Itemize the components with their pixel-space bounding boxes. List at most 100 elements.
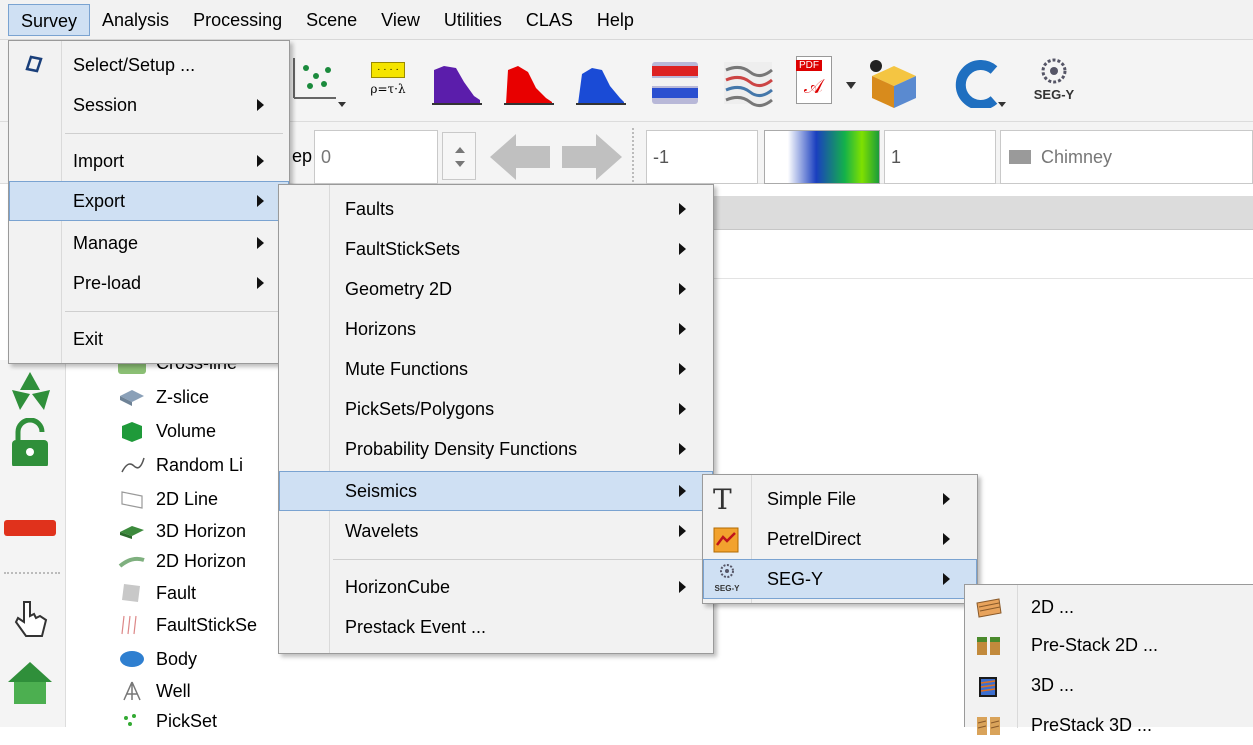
velocity-icon[interactable]: · · · · ρ=τ·λ <box>364 62 412 108</box>
prestack-3d-icon <box>977 717 1000 735</box>
tree-item-faultsticksets[interactable]: FaultStickSe <box>118 610 257 640</box>
menu-item-label: Prestack Event ... <box>345 616 487 637</box>
menu-item-label: Faults <box>345 198 395 219</box>
submenu-arrow-icon <box>679 283 686 295</box>
menu-item-segy-3d[interactable]: 3D ... <box>965 665 1253 705</box>
tree-item-random-line[interactable]: Random Li <box>118 450 243 480</box>
color-range-min[interactable]: -1 <box>646 130 758 184</box>
menu-item-label: PreStack 3D ... <box>1031 714 1153 735</box>
menu-item-prestack-event[interactable]: Prestack Event ... <box>279 607 713 647</box>
menu-item-mute-functions[interactable]: Mute Functions <box>279 349 713 389</box>
menu-item-horizons[interactable]: Horizons <box>279 309 713 349</box>
menu-item-select-setup[interactable]: Select/Setup ... <box>9 45 289 85</box>
menu-item-label: Simple File <box>767 488 857 509</box>
tree-item-3d-horizon[interactable]: 3D Horizon <box>118 516 246 546</box>
menu-item-label: Probability Density Functions <box>345 438 578 459</box>
menu-item-simple-file[interactable]: T Simple File <box>703 479 977 519</box>
step-input[interactable]: 0 <box>314 130 438 184</box>
menu-item-seismics[interactable]: Seismics <box>279 471 713 511</box>
pdf-dropdown-chevron-icon[interactable] <box>846 82 856 90</box>
previous-arrow-icon[interactable] <box>488 130 554 184</box>
tree-item-zslice[interactable]: Z-slice <box>118 382 209 412</box>
tree-item-volume[interactable]: Volume <box>118 416 216 446</box>
menu-item-manage[interactable]: Manage <box>9 223 289 263</box>
faultstickset-icon <box>121 615 137 635</box>
tree-item-body[interactable]: Body <box>118 644 197 674</box>
submenu-arrow-icon <box>679 243 686 255</box>
menu-scene[interactable]: Scene <box>294 4 369 36</box>
menu-item-label: 2D ... <box>1031 596 1075 617</box>
range-max-value: 1 <box>891 146 902 167</box>
tree-item-fault[interactable]: Fault <box>118 578 196 608</box>
menu-item-segy-2d[interactable]: 2D ... <box>965 587 1253 627</box>
crossplot-icon[interactable] <box>288 54 346 108</box>
submenu-arrow-icon <box>679 443 686 455</box>
rotate-view-icon[interactable] <box>4 364 58 412</box>
menu-item-wavelets[interactable]: Wavelets <box>279 511 713 551</box>
menu-item-export[interactable]: Export <box>9 181 289 221</box>
submenu-arrow-icon <box>257 237 264 249</box>
menu-analysis[interactable]: Analysis <box>90 4 181 36</box>
record-bar-icon[interactable] <box>4 520 56 536</box>
menu-item-petreldirect[interactable]: PetrelDirect <box>703 519 977 559</box>
menu-item-faultsticksets[interactable]: FaultStickSets <box>279 229 713 269</box>
next-arrow-icon[interactable] <box>558 130 624 184</box>
color-bar[interactable] <box>764 130 880 184</box>
spectrum-blue-icon[interactable] <box>574 60 628 108</box>
tree-label: 3D Horizon <box>156 520 247 541</box>
step-spinner[interactable] <box>442 132 476 180</box>
menu-item-geometry-2d[interactable]: Geometry 2D <box>279 269 713 309</box>
home-view-icon[interactable] <box>4 656 58 704</box>
spectrum-red-icon[interactable] <box>502 60 556 108</box>
3d-scene-icon[interactable] <box>864 56 920 110</box>
menu-bar: Survey Analysis Processing Scene View Ut… <box>0 0 1253 40</box>
step-label: ep <box>292 146 313 166</box>
menu-item-label: Session <box>73 94 138 115</box>
survey-menu: Select/Setup ... Session Import Export M… <box>8 40 290 364</box>
spectrum-purple-icon[interactable] <box>430 60 484 108</box>
pointer-hand-icon[interactable] <box>4 592 58 640</box>
tree-item-pickset[interactable]: PickSet <box>118 706 217 736</box>
tree-item-2d-line[interactable]: 2D Line <box>118 484 218 514</box>
menu-separator <box>65 311 283 312</box>
menu-item-horizoncube[interactable]: HorizonCube <box>279 567 713 607</box>
menu-survey[interactable]: Survey <box>8 3 91 36</box>
menu-processing[interactable]: Processing <box>181 4 294 36</box>
menu-utilities[interactable]: Utilities <box>432 4 514 36</box>
menu-item-preload[interactable]: Pre-load <box>9 263 289 303</box>
menu-item-label: SEG-Y <box>767 568 824 589</box>
menu-help[interactable]: Help <box>585 4 646 36</box>
menu-item-session[interactable]: Session <box>9 85 289 125</box>
3d-seismic-icon <box>979 677 997 697</box>
velocity-formula: ρ=τ·λ <box>370 82 406 96</box>
menu-item-label: Exit <box>73 328 104 349</box>
segy-toolbar-icon[interactable]: SEG-Y <box>1024 58 1084 108</box>
menu-view[interactable]: View <box>369 4 432 36</box>
wiggle-display-icon[interactable] <box>720 58 776 108</box>
color-range-max[interactable]: 1 <box>884 130 996 184</box>
pdf-export-icon[interactable]: PDF 𝒜 <box>792 56 842 110</box>
menu-item-import[interactable]: Import <box>9 141 289 181</box>
menu-item-segy-prestack-3d[interactable]: PreStack 3D ... <box>965 705 1253 745</box>
submenu-arrow-icon <box>679 525 686 537</box>
menu-item-probability-density-functions[interactable]: Probability Density Functions <box>279 429 713 469</box>
menu-item-label: Import <box>73 150 125 171</box>
menu-item-exit[interactable]: Exit <box>9 319 289 359</box>
tree-item-well[interactable]: Well <box>118 676 191 706</box>
body-icon <box>120 651 144 667</box>
plugin-c-icon[interactable] <box>950 60 1006 108</box>
lock-icon[interactable] <box>4 418 58 466</box>
attribute-color-swatch-icon <box>1009 150 1031 164</box>
seismic-section-icon[interactable] <box>648 58 702 108</box>
menu-item-segy[interactable]: SEG-Y SEG-Y <box>703 559 977 599</box>
menu-item-label: Export <box>73 190 126 211</box>
toolbar-separator <box>632 128 636 182</box>
menu-item-label: PickSets/Polygons <box>345 398 495 419</box>
segy-toolbar-label: SEG-Y <box>1033 87 1075 102</box>
menu-clas[interactable]: CLAS <box>514 4 585 36</box>
tree-item-2d-horizon[interactable]: 2D Horizon <box>118 546 246 576</box>
attribute-selector[interactable]: Chimney <box>1000 130 1253 184</box>
menu-item-segy-prestack-2d[interactable]: Pre-Stack 2D ... <box>965 625 1253 665</box>
menu-item-faults[interactable]: Faults <box>279 189 713 229</box>
menu-item-picksets-polygons[interactable]: PickSets/Polygons <box>279 389 713 429</box>
